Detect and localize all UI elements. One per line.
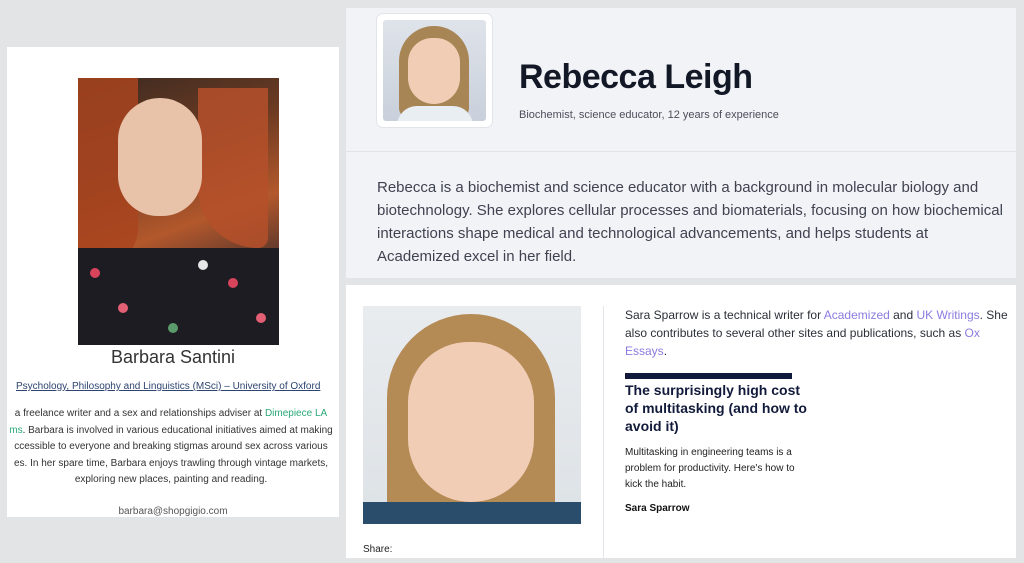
bio-line2: . Barbara is involved in various educati… [22,424,333,436]
barbara-profile-card: Barbara Santini Psychology, Philosophy a… [7,47,339,517]
sara-author-card: Share: Sara Sparrow is a technical write… [346,285,1016,558]
barbara-email[interactable]: barbara@shopgigio.com [7,506,339,517]
academized-link[interactable]: Academized [824,308,890,322]
dimepiece-link[interactable]: Dimepiece LA [265,408,327,419]
barbara-photo [78,78,279,345]
flower-dot [168,323,178,333]
photo-floral-top [78,248,279,345]
avatar-shoulders [397,106,473,121]
flower-dot [118,303,128,313]
photo-hair-right [198,88,268,248]
divider [346,151,1016,152]
sara-intro: Sara Sparrow is a technical writer for A… [625,306,1010,360]
barbara-bio: a freelance writer and a sex and relatio… [7,406,339,489]
article-teaser: Multitasking in engineering teams is a p… [625,447,795,490]
rebecca-name: Rebecca Leigh [519,58,753,96]
rebecca-profile-card: Rebecca Leigh Biochemist, science educat… [346,8,1016,278]
flower-dot [228,278,238,288]
bio-line4: es. In her spare time, Barbara enjoys tr… [13,457,329,469]
share-label: Share: [363,544,393,555]
flower-dot [90,268,100,278]
rebecca-bio: Rebecca is a biochemist and science educ… [377,179,1003,265]
barbara-degree-link[interactable]: Psychology, Philosophy and Linguistics (… [16,381,339,392]
intro-text: Sara Sparrow is a technical writer for [625,308,824,322]
bio-line1: a freelance writer and a sex and relatio… [14,408,265,419]
intro-end: . [663,344,668,358]
article-author: Sara Sparrow [625,503,690,514]
flower-dot [256,313,266,323]
bio-line3: ccessible to everyone and breaking stigm… [14,441,328,452]
ukwritings-link[interactable]: UK Writings [917,308,980,322]
photo-shoulders [363,502,581,524]
vertical-divider [603,306,604,558]
accent-bar [625,373,792,379]
flower-dot [198,260,208,270]
photo-face [118,98,202,216]
barbara-name: Barbara Santini [110,347,236,367]
bio-line5: exploring new places, painting and readi… [74,474,268,485]
intro-and: and [889,308,917,322]
article-headline-link[interactable]: The surprisingly high cost of multitaski… [625,381,810,435]
bio-line2-link[interactable]: ms [9,425,22,436]
sara-photo [363,306,581,524]
rebecca-avatar-frame [377,14,492,127]
rebecca-subtitle: Biochemist, science educator, 12 years o… [519,109,779,121]
avatar-face [408,38,460,104]
photo-face [408,342,534,502]
rebecca-avatar [383,20,486,121]
